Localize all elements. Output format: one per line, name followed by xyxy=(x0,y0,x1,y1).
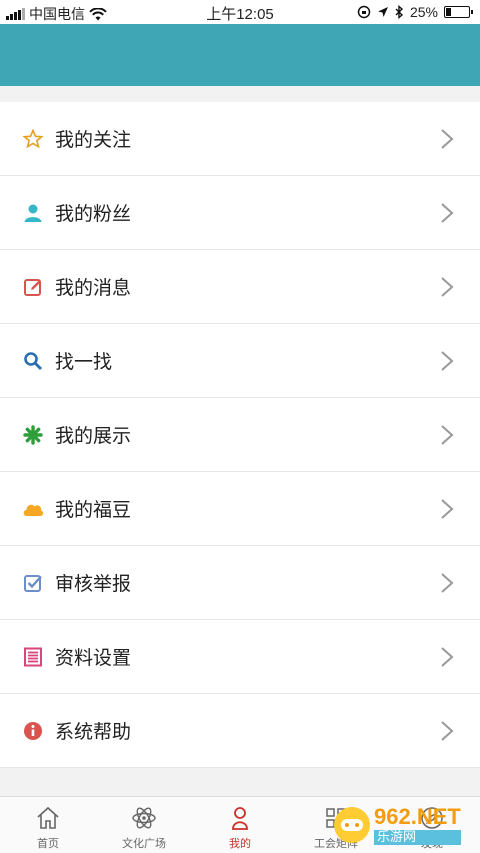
list-icon xyxy=(22,646,44,668)
checkbox-icon xyxy=(22,572,44,594)
tab-culture-square[interactable]: 文化广场 xyxy=(96,797,192,853)
chevron-right-icon xyxy=(441,647,454,667)
watermark: 962.NET 乐游网 xyxy=(334,803,474,847)
watermark-top: 962.NET xyxy=(374,803,461,829)
tab-label: 我的 xyxy=(229,837,251,850)
menu-item-label: 资料设置 xyxy=(55,647,132,669)
status-right: 25% xyxy=(357,4,473,20)
menu-item-label: 我的展示 xyxy=(55,425,132,447)
tab-mine[interactable]: 我的 xyxy=(192,797,288,853)
info-icon xyxy=(22,720,44,742)
watermark-bottom: 乐游网 xyxy=(374,829,461,845)
tab-label: 文化广场 xyxy=(122,837,166,850)
watermark-text: 962.NET 乐游网 xyxy=(374,803,461,845)
menu-item-label: 我的福豆 xyxy=(55,499,132,521)
menu-list: 我的关注 我的粉丝 我的消息 找一找 我的展示 我的福豆 审核举报 资料设置 系… xyxy=(0,102,480,768)
rotation-lock-icon xyxy=(357,5,371,19)
menu-item-label: 审核举报 xyxy=(55,573,132,595)
cloud-icon xyxy=(22,498,44,520)
chevron-right-icon xyxy=(441,721,454,741)
flower-icon xyxy=(22,424,44,446)
edit-icon xyxy=(22,276,44,298)
header-band xyxy=(0,24,480,86)
battery-fill xyxy=(446,8,451,16)
menu-item-label: 我的消息 xyxy=(55,277,132,299)
chevron-right-icon xyxy=(441,203,454,223)
menu-item-profile-settings[interactable]: 资料设置 xyxy=(0,620,480,694)
atom-icon xyxy=(132,807,156,829)
chevron-right-icon xyxy=(441,129,454,149)
menu-item-label: 我的关注 xyxy=(55,129,132,151)
battery-icon xyxy=(444,6,473,18)
menu-item-label: 我的粉丝 xyxy=(55,203,132,225)
home-icon xyxy=(37,806,59,829)
bluetooth-icon xyxy=(395,5,404,19)
chevron-right-icon xyxy=(441,499,454,519)
battery-percent: 25% xyxy=(409,4,438,20)
menu-item-messages[interactable]: 我的消息 xyxy=(0,250,480,324)
menu-item-help[interactable]: 系统帮助 xyxy=(0,694,480,768)
user-icon xyxy=(232,807,248,830)
location-icon xyxy=(377,7,388,17)
menu-item-label: 系统帮助 xyxy=(55,721,132,743)
menu-item-search[interactable]: 找一找 xyxy=(0,324,480,398)
chevron-right-icon xyxy=(441,425,454,445)
chevron-right-icon xyxy=(441,573,454,593)
menu-item-label: 找一找 xyxy=(55,351,113,373)
watermark-logo-icon xyxy=(334,807,370,843)
search-icon xyxy=(22,350,44,372)
menu-item-fudou[interactable]: 我的福豆 xyxy=(0,472,480,546)
menu-item-fans[interactable]: 我的粉丝 xyxy=(0,176,480,250)
chevron-right-icon xyxy=(441,277,454,297)
person-icon xyxy=(22,202,44,224)
chevron-right-icon xyxy=(441,351,454,371)
menu-item-follows[interactable]: 我的关注 xyxy=(0,102,480,176)
star-icon xyxy=(22,128,44,150)
tab-label: 首页 xyxy=(37,837,59,850)
menu-item-review-report[interactable]: 审核举报 xyxy=(0,546,480,620)
status-bar: 中国电信 上午12:05 25% xyxy=(0,0,480,24)
tab-home[interactable]: 首页 xyxy=(0,797,96,853)
menu-item-showcase[interactable]: 我的展示 xyxy=(0,398,480,472)
